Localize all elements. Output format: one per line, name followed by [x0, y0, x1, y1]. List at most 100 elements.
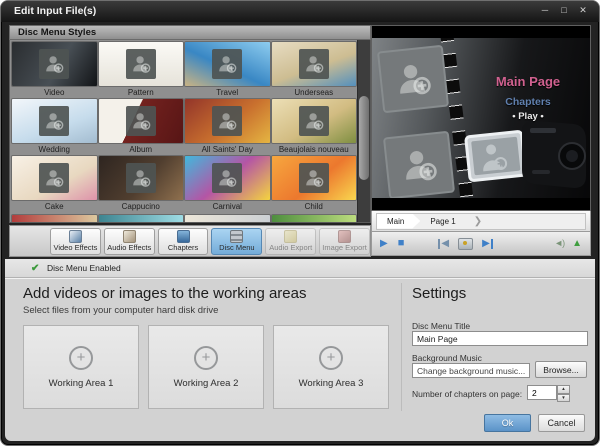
- disc-menu-title-label: Disc Menu Title: [412, 321, 470, 331]
- preview-menu-title[interactable]: Main Page: [478, 74, 578, 89]
- next-chapter-icon[interactable]: [482, 239, 493, 249]
- placeholder-frame: [126, 106, 156, 136]
- working-area-dropzone[interactable]: Working Area 1: [23, 325, 139, 409]
- add-person-icon: [303, 53, 325, 75]
- working-area-dropzone[interactable]: Working Area 3: [273, 325, 389, 409]
- style-thumbnail-image[interactable]: [185, 156, 270, 200]
- maximize-icon[interactable]: □: [558, 4, 570, 16]
- styles-scrollbar[interactable]: [357, 40, 370, 222]
- previous-chapter-icon[interactable]: [438, 239, 449, 249]
- toolbar-button-label: Disc Menu: [219, 244, 254, 252]
- disc-menu-preview[interactable]: Main Page Chapters • Play •: [371, 25, 591, 211]
- placeholder-frame: [299, 49, 329, 79]
- preview-play-link[interactable]: • Play •: [478, 111, 578, 122]
- placeholder-frame: [126, 163, 156, 193]
- style-thumbnail[interactable]: Beaujolais nouveau: [272, 99, 357, 156]
- style-thumbnail-image[interactable]: [185, 99, 270, 143]
- spinner-buttons: ▲ ▼: [557, 385, 570, 402]
- style-thumbnail[interactable]: [12, 215, 97, 223]
- preview-tab-page-1[interactable]: Page 1: [420, 214, 471, 229]
- style-thumbnail-image[interactable]: [12, 215, 97, 223]
- image-export-button[interactable]: Image Export: [319, 228, 370, 255]
- style-thumbnail-image[interactable]: [272, 215, 357, 223]
- add-person-icon: [130, 167, 152, 189]
- working-area-dropzone[interactable]: Working Area 2: [148, 325, 264, 409]
- preview-placeholder-1: [377, 45, 449, 114]
- close-icon[interactable]: ✕: [577, 4, 589, 16]
- dialog-footer: Ok Cancel: [484, 414, 585, 432]
- chapter-nav-group: [438, 238, 492, 250]
- style-thumbnail[interactable]: Carnival: [185, 156, 270, 213]
- style-thumbnail-image[interactable]: [99, 215, 184, 223]
- chapters-button[interactable]: Chapters: [158, 228, 209, 255]
- toolbar-button-label: Audio Effects: [107, 244, 151, 252]
- video-effects-icon: [69, 230, 82, 243]
- style-thumbnail[interactable]: Cappucino: [99, 156, 184, 213]
- volume-up-icon[interactable]: [572, 239, 582, 249]
- chapters-per-page-input[interactable]: [527, 385, 557, 400]
- style-thumbnail-label: Beaujolais nouveau: [272, 143, 357, 156]
- add-file-icon: [319, 346, 343, 370]
- style-thumbnail-image[interactable]: [99, 42, 184, 86]
- style-thumbnail-label: Carnival: [185, 200, 270, 213]
- style-thumbnail-image[interactable]: [272, 156, 357, 200]
- style-thumbnail-image[interactable]: [12, 156, 97, 200]
- top-zone: Disc Menu Styles Video: [5, 22, 595, 259]
- style-thumbnail[interactable]: Cake: [12, 156, 97, 213]
- speaker-icon[interactable]: [554, 239, 564, 248]
- audio-effects-button[interactable]: Audio Effects: [104, 228, 155, 255]
- video-effects-button[interactable]: Video Effects: [50, 228, 101, 255]
- style-thumbnail-image[interactable]: [272, 42, 357, 86]
- placeholder-frame: [39, 163, 69, 193]
- preview-tab-main[interactable]: Main: [377, 214, 420, 229]
- add-file-icon: [194, 346, 218, 370]
- add-file-icon: [69, 346, 93, 370]
- title-bar: Edit Input File(s) ─ □ ✕: [1, 1, 599, 22]
- style-thumbnail[interactable]: Album: [99, 99, 184, 156]
- minimize-icon[interactable]: ─: [539, 4, 551, 16]
- volume-group: [554, 239, 582, 249]
- style-thumbnail-label: Video: [12, 86, 97, 99]
- style-thumbnail[interactable]: All Saints' Day: [185, 99, 270, 156]
- style-thumbnail-image[interactable]: [12, 42, 97, 86]
- style-thumbnail[interactable]: [185, 215, 270, 223]
- stop-icon[interactable]: [398, 238, 405, 249]
- preview-chapters-link[interactable]: Chapters: [478, 96, 578, 108]
- style-thumbnail[interactable]: [99, 215, 184, 223]
- audio-export-icon: [284, 230, 297, 243]
- style-thumbnail[interactable]: Video: [12, 42, 97, 99]
- ok-button[interactable]: Ok: [484, 414, 531, 432]
- browse-button[interactable]: Browse...: [535, 361, 587, 378]
- background-music-input[interactable]: [412, 363, 530, 378]
- style-thumbnail[interactable]: Wedding: [12, 99, 97, 156]
- style-thumbnail[interactable]: Underseas: [272, 42, 357, 99]
- play-icon[interactable]: [380, 239, 388, 249]
- cancel-button[interactable]: Cancel: [538, 414, 585, 432]
- style-thumbnail-image[interactable]: [185, 42, 270, 86]
- style-thumbnail-image[interactable]: [185, 215, 270, 223]
- section-subheading: Select files from your computer hard dis…: [23, 305, 395, 316]
- placeholder-frame: [126, 222, 156, 223]
- disc-menu-button[interactable]: Disc Menu: [211, 228, 262, 255]
- settings-heading: Settings: [412, 285, 587, 302]
- style-thumbnail-image[interactable]: [272, 99, 357, 143]
- style-thumbnail[interactable]: [272, 215, 357, 223]
- disc-menu-enabled-check-icon[interactable]: [31, 263, 42, 274]
- disc-menu-enabled-label: Disc Menu Enabled: [47, 263, 121, 273]
- disc-menu-enabled-row[interactable]: Disc Menu Enabled: [5, 259, 595, 278]
- styles-scrollbar-thumb[interactable]: [359, 96, 369, 180]
- edit-input-files-dialog: Edit Input File(s) ─ □ ✕ Disc Menu Style…: [0, 0, 600, 446]
- toolbar-button-label: Audio Export: [269, 244, 312, 252]
- style-thumbnail-image[interactable]: [12, 99, 97, 143]
- style-thumbnail[interactable]: Child: [272, 156, 357, 213]
- style-thumbnail[interactable]: Pattern: [99, 42, 184, 99]
- snapshot-icon[interactable]: [458, 238, 473, 250]
- spinner-down-icon[interactable]: ▼: [557, 394, 570, 403]
- style-thumbnail[interactable]: Travel: [185, 42, 270, 99]
- style-thumbnail-image[interactable]: [99, 99, 184, 143]
- disc-menu-title-input[interactable]: [412, 331, 588, 346]
- spinner-up-icon[interactable]: ▲: [557, 385, 570, 394]
- styles-grid-rows: Video Pattern: [10, 40, 370, 213]
- audio-export-button[interactable]: Audio Export: [265, 228, 316, 255]
- style-thumbnail-image[interactable]: [99, 156, 184, 200]
